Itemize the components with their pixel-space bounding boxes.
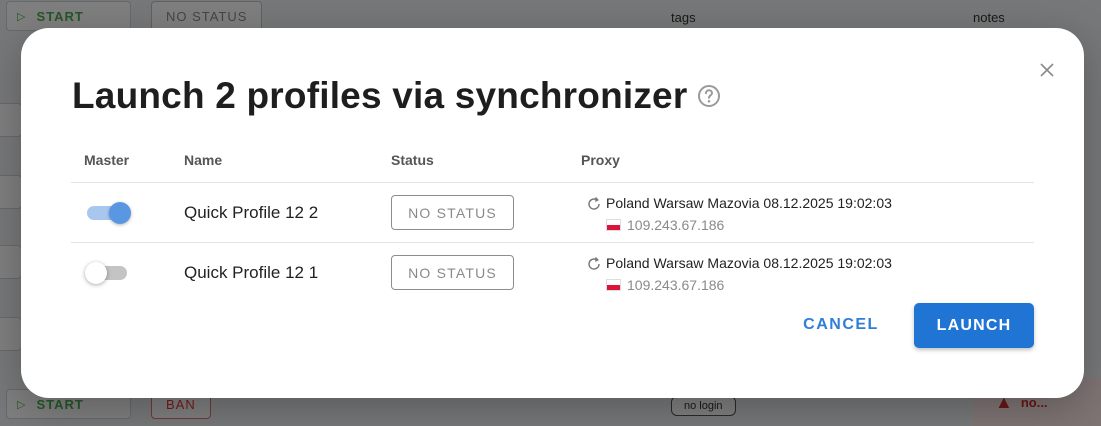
proxy-label: Poland Warsaw Mazovia 08.12.2025 19:02:0… bbox=[606, 195, 892, 211]
status-badge[interactable]: NO STATUS bbox=[391, 255, 514, 290]
refresh-icon[interactable] bbox=[586, 256, 602, 272]
table-row: Quick Profile 12 1 NO STATUS Poland Wars… bbox=[71, 243, 1034, 303]
proxy-cell: Poland Warsaw Mazovia 08.12.2025 19:02:0… bbox=[586, 254, 892, 293]
table-row: Quick Profile 12 2 NO STATUS Poland Wars… bbox=[71, 183, 1034, 243]
dialog-title: Launch 2 profiles via synchronizer bbox=[72, 75, 688, 116]
close-icon bbox=[1040, 63, 1054, 77]
help-button[interactable] bbox=[697, 84, 721, 108]
profiles-table: Master Name Status Proxy Quick Profile 1… bbox=[71, 143, 1034, 303]
column-proxy: Proxy bbox=[581, 152, 620, 168]
poland-flag-icon bbox=[606, 219, 621, 231]
launch-button[interactable]: LAUNCH bbox=[914, 303, 1034, 348]
proxy-label: Poland Warsaw Mazovia 08.12.2025 19:02:0… bbox=[606, 255, 892, 271]
poland-flag-icon bbox=[606, 279, 621, 291]
status-badge[interactable]: NO STATUS bbox=[391, 195, 514, 230]
profile-name: Quick Profile 12 2 bbox=[184, 203, 319, 222]
proxy-ip: 109.243.67.186 bbox=[627, 217, 725, 233]
help-icon bbox=[698, 85, 721, 107]
cancel-button[interactable]: CANCEL bbox=[797, 305, 885, 345]
column-master: Master bbox=[84, 152, 130, 168]
master-toggle[interactable] bbox=[85, 202, 133, 224]
master-toggle[interactable] bbox=[85, 262, 133, 284]
proxy-cell: Poland Warsaw Mazovia 08.12.2025 19:02:0… bbox=[586, 194, 892, 233]
launch-sync-dialog: Launch 2 profiles via synchronizer Maste… bbox=[21, 28, 1084, 398]
proxy-ip: 109.243.67.186 bbox=[627, 277, 725, 293]
profile-name: Quick Profile 12 1 bbox=[184, 263, 319, 282]
column-name: Name bbox=[184, 152, 223, 168]
column-status: Status bbox=[391, 152, 434, 168]
table-header: Master Name Status Proxy bbox=[71, 143, 1034, 183]
close-button[interactable] bbox=[1036, 59, 1058, 81]
refresh-icon[interactable] bbox=[586, 196, 602, 212]
dialog-header: Launch 2 profiles via synchronizer bbox=[72, 75, 721, 117]
